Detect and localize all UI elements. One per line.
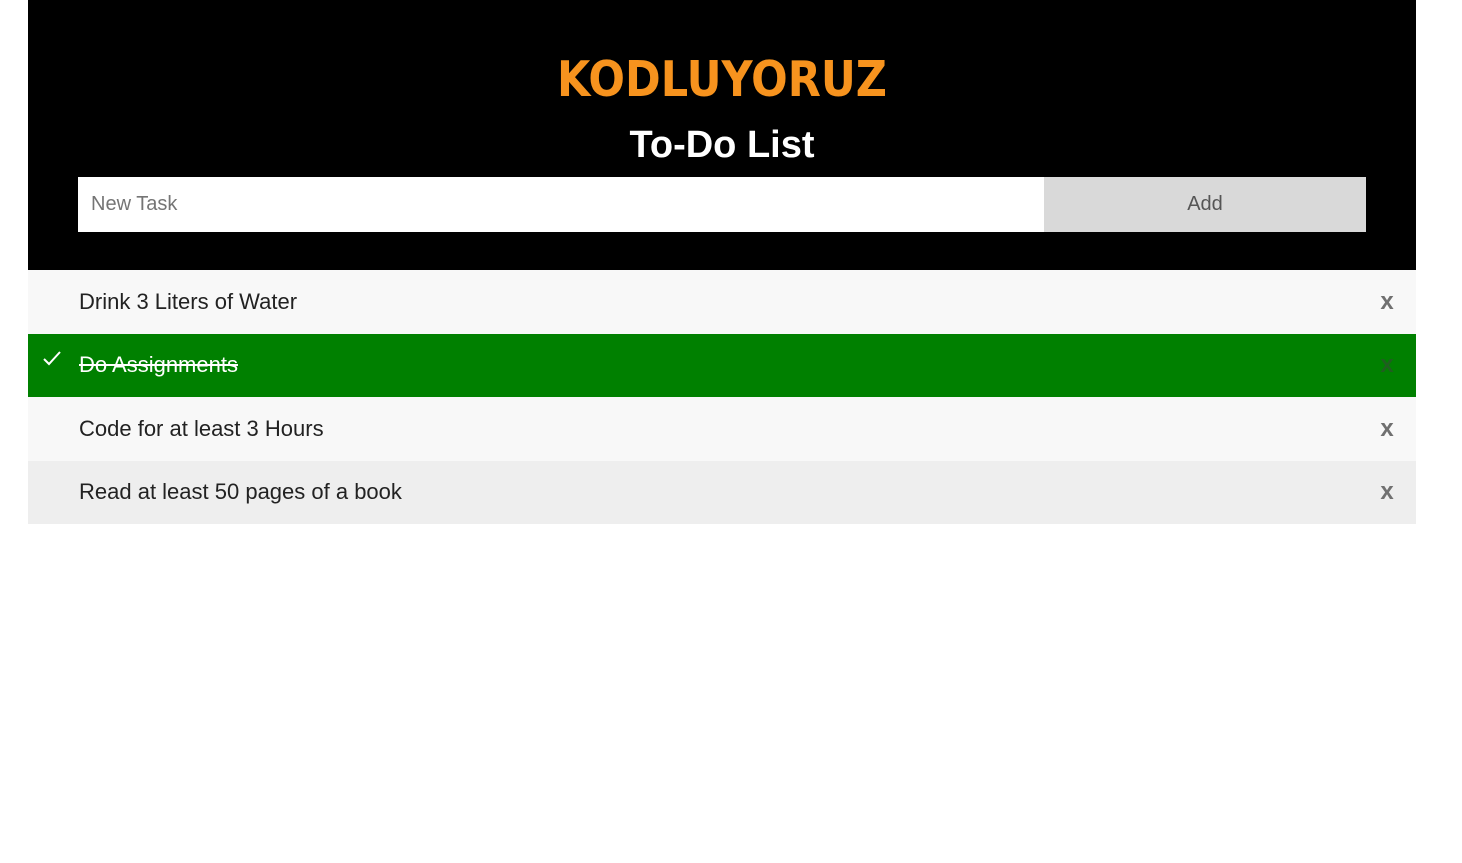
add-button-label: Add — [1187, 193, 1223, 215]
kodluyoruz-logo: KODLUYORUZ — [28, 52, 1416, 100]
close-icon[interactable]: x — [1378, 334, 1396, 398]
task-label: Code for at least 3 Hours — [79, 415, 324, 441]
task-item[interactable]: Code for at least 3 Hours x — [28, 397, 1416, 461]
close-icon[interactable]: x — [1378, 270, 1396, 334]
task-list: Drink 3 Liters of Water x Do Assignments… — [28, 270, 1416, 524]
add-button[interactable]: Add — [1044, 177, 1366, 232]
new-task-input[interactable] — [78, 177, 1044, 232]
new-task-form: Add — [78, 177, 1366, 232]
logo-text: KODLUYORUZ — [557, 52, 887, 100]
task-label: Read at least 50 pages of a book — [79, 479, 402, 505]
header: KODLUYORUZ To-Do List Add — [28, 0, 1416, 270]
task-label: Drink 3 Liters of Water — [79, 288, 298, 314]
check-icon — [42, 348, 62, 368]
close-icon[interactable]: x — [1378, 397, 1396, 461]
task-item[interactable]: Do Assignments x — [28, 333, 1416, 398]
close-icon[interactable]: x — [1378, 461, 1396, 525]
todo-app: KODLUYORUZ To-Do List Add Drink 3 Liters… — [28, 0, 1416, 524]
task-item[interactable]: Drink 3 Liters of Water x — [28, 270, 1416, 334]
page-title: To-Do List — [629, 124, 815, 166]
task-item[interactable]: Read at least 50 pages of a book x — [28, 460, 1416, 525]
